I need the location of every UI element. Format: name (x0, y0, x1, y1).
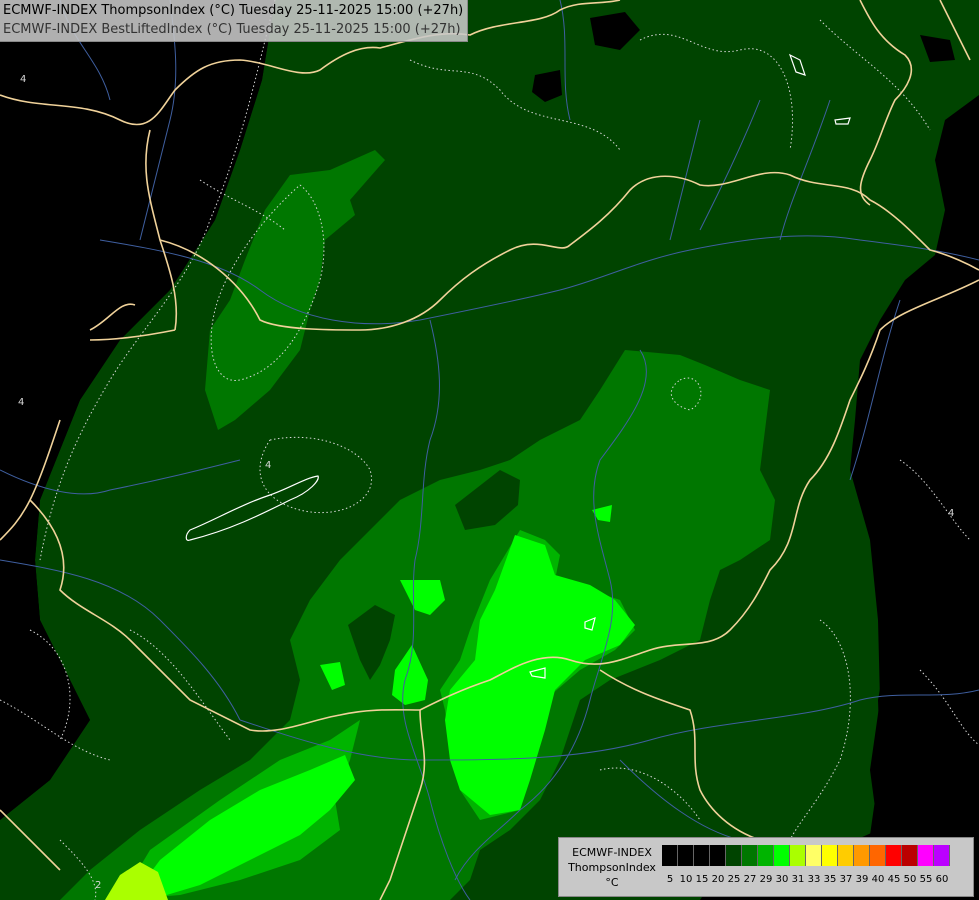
legend-tick-label: 55 (919, 874, 933, 885)
contour-label: 4 (20, 74, 26, 85)
weather-map: 4 4 4 4 2 (0, 0, 979, 900)
contour-label: 4 (265, 460, 271, 471)
legend-swatch (838, 845, 854, 866)
legend-tick-label: 15 (695, 874, 709, 885)
legend-swatch (678, 845, 694, 866)
legend-tick-label: 39 (855, 874, 869, 885)
legend-unit: °C (605, 876, 619, 889)
legend-tick-label: 35 (823, 874, 837, 885)
legend-swatch (806, 845, 822, 866)
legend-tick-label: 20 (711, 874, 725, 885)
legend-model: ECMWF-INDEX (572, 846, 652, 859)
legend-swatch (870, 845, 886, 866)
region-east-black (870, 255, 979, 838)
map-title-bestlifted: ECMWF-INDEX BestLiftedIndex (°C) Tuesday… (3, 22, 461, 37)
contour-label: 4 (948, 508, 954, 519)
legend-tick-label: 31 (791, 874, 805, 885)
legend-tick-label: 37 (839, 874, 853, 885)
contour-label: 2 (95, 880, 101, 891)
legend-swatch (742, 845, 758, 866)
legend-swatch (694, 845, 710, 866)
legend-tick-label: 5 (666, 874, 674, 885)
legend-tick-label: 10 (679, 874, 693, 885)
legend-tick-label: 30 (775, 874, 789, 885)
legend-tick-label: 33 (807, 874, 821, 885)
legend-swatch (902, 845, 918, 866)
legend-variable: ThompsonIndex (568, 861, 656, 874)
legend-tick-label: 27 (743, 874, 757, 885)
legend-ticks: 5 10 15 20 25 27 29 30 31 33 35 37 39 40 45 50 55 60 (662, 874, 950, 885)
legend-swatch (886, 845, 902, 866)
legend-swatch (662, 845, 678, 866)
legend-tick-label: 60 (935, 874, 949, 885)
legend-swatch (934, 845, 950, 866)
legend-swatch (790, 845, 806, 866)
legend-swatch (918, 845, 934, 866)
legend-tick-label: 50 (903, 874, 917, 885)
legend-swatch (774, 845, 790, 866)
legend-tick-label: 45 (887, 874, 901, 885)
map-title-thompson: ECMWF-INDEX ThompsonIndex (°C) Tuesday 2… (3, 3, 464, 18)
legend-label: ECMWF-INDEX ThompsonIndex °C (563, 845, 661, 890)
legend-tick-label: 40 (871, 874, 885, 885)
map-title-box: ECMWF-INDEX ThompsonIndex (°C) Tuesday 2… (0, 0, 469, 42)
legend-swatch (854, 845, 870, 866)
legend-tick-label: 29 (759, 874, 773, 885)
legend-swatches (662, 845, 950, 866)
color-legend: ECMWF-INDEX ThompsonIndex °C 5 10 15 20 25 27… (558, 837, 974, 897)
contour-label: 4 (18, 397, 24, 408)
legend-swatch (726, 845, 742, 866)
legend-tick-label: 25 (727, 874, 741, 885)
legend-swatch (822, 845, 838, 866)
legend-swatch (758, 845, 774, 866)
legend-swatch (710, 845, 726, 866)
